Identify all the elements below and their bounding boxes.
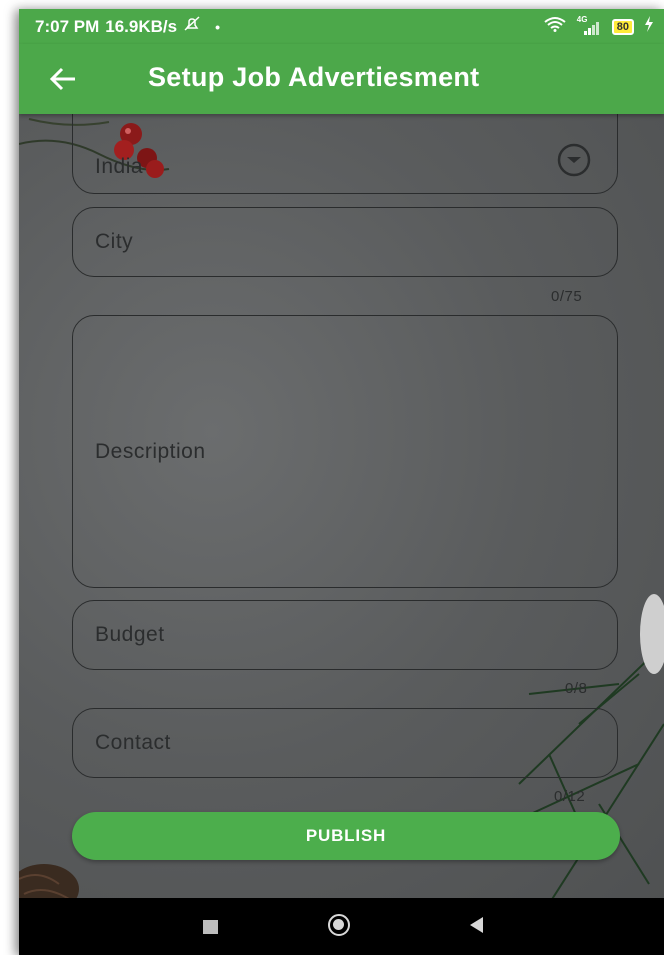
arrow-back-icon[interactable] bbox=[49, 66, 77, 92]
recents-icon[interactable] bbox=[203, 920, 218, 934]
publish-button[interactable]: PUBLISH bbox=[72, 812, 620, 860]
contact-placeholder: Contact bbox=[95, 731, 171, 754]
description-placeholder: Description bbox=[95, 440, 206, 463]
page-title: Setup Job Advertiesment bbox=[148, 62, 480, 92]
back-triangle-icon[interactable] bbox=[470, 917, 483, 933]
city-placeholder: City bbox=[95, 230, 134, 253]
contact-input[interactable]: Contact bbox=[72, 708, 618, 778]
budget-counter: 0/8 bbox=[565, 680, 588, 697]
battery-icon: 80 bbox=[611, 18, 634, 35]
status-bar: 7:07 PM 16.9KB/s • 4G 80 bbox=[19, 9, 664, 44]
city-input[interactable]: City bbox=[72, 207, 618, 277]
status-time: 7:07 PM bbox=[35, 16, 100, 36]
description-input[interactable]: Description bbox=[72, 315, 618, 588]
signal-icon: 4G bbox=[576, 15, 602, 36]
status-speed: 16.9KB/s bbox=[105, 16, 178, 36]
system-nav-bar bbox=[19, 898, 664, 955]
charging-icon bbox=[644, 16, 654, 37]
status-left: 7:07 PM 16.9KB/s • bbox=[35, 16, 220, 37]
dot-icon: • bbox=[215, 18, 220, 35]
form-background: India City 0/75 Description Budget 0/8 C… bbox=[19, 114, 664, 907]
status-right: 4G 80 bbox=[544, 15, 654, 37]
chevron-down-circle-icon[interactable] bbox=[557, 143, 591, 177]
city-counter: 0/75 bbox=[551, 288, 583, 305]
country-dropdown[interactable]: India bbox=[72, 114, 618, 194]
budget-input[interactable]: Budget bbox=[72, 600, 618, 670]
budget-placeholder: Budget bbox=[95, 623, 165, 646]
app-bar: Setup Job Advertiesment bbox=[19, 44, 664, 114]
home-icon[interactable] bbox=[328, 914, 350, 936]
country-value: India bbox=[95, 155, 144, 178]
phone-screen: 7:07 PM 16.9KB/s • 4G 80 Setup Job Adver… bbox=[19, 9, 664, 955]
notification-off-icon bbox=[183, 16, 201, 37]
wifi-icon bbox=[544, 16, 566, 37]
contact-counter: 0/12 bbox=[554, 788, 586, 805]
